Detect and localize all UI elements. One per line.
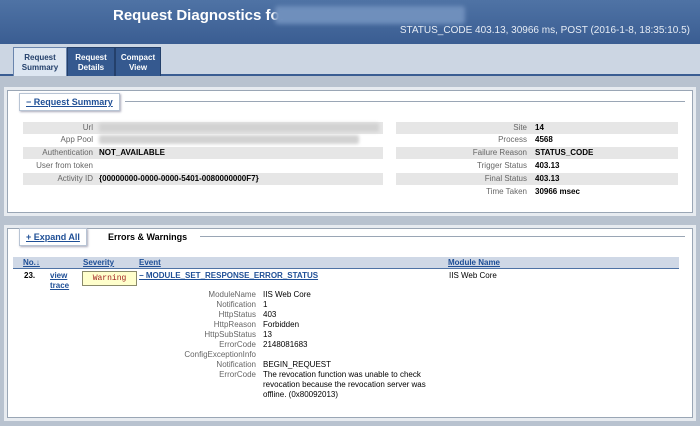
summary-row-failure-reason: Failure Reason STATUS_CODE [396, 147, 678, 159]
summary-row-site: Site 14 [396, 122, 678, 134]
summary-label: Site [513, 123, 527, 132]
detail-label: HttpReason [213, 320, 256, 329]
summary-value: NOT_AVAILABLE [99, 148, 165, 157]
summary-label: User from token [36, 161, 93, 170]
tab-request-summary[interactable]: Request Summary [13, 47, 67, 76]
redacted-value [99, 135, 359, 144]
tab-label-line1: Compact [120, 53, 156, 62]
detail-value: The revocation function was unable to ch… [263, 370, 421, 379]
detail-label: ErrorCode [219, 370, 256, 379]
summary-label: Url [82, 123, 93, 132]
view-trace-line1: view [50, 271, 68, 280]
summary-row-app-pool: App Pool [23, 134, 383, 146]
severity-badge: Warning [82, 271, 137, 286]
summary-row-time-taken: Time Taken 30966 msec [396, 186, 678, 198]
summary-value: {00000000-0000-0000-5401-0080000000F7} [99, 174, 259, 183]
request-status-line: STATUS_CODE 403.13, 30966 ms, POST (2016… [399, 25, 690, 36]
summary-label: App Pool [60, 135, 93, 144]
summary-row-authentication: Authentication NOT_AVAILABLE [23, 147, 383, 159]
expand-all-button[interactable]: + Expand All [19, 228, 87, 246]
summary-row-url: Url [23, 122, 383, 134]
detail-value: 1 [263, 300, 268, 309]
summary-row-process: Process 4568 [396, 134, 678, 146]
redacted-value [99, 123, 379, 132]
summary-value: 403.13 [535, 174, 560, 183]
detail-label: ModuleName [208, 290, 256, 299]
detail-value-continued: revocation because the revocation server… [263, 380, 426, 389]
tab-compact-view[interactable]: Compact View [115, 47, 161, 76]
detail-value: BEGIN_REQUEST [263, 360, 332, 369]
summary-label: Authentication [42, 148, 93, 157]
detail-value: Forbidden [263, 320, 300, 329]
event-toggle-link[interactable]: − MODULE_SET_RESPONSE_ERROR_STATUS [139, 271, 318, 280]
tab-request-details[interactable]: Request Details [67, 47, 115, 76]
tab-label-line2: Details [77, 63, 105, 72]
page-header: Request Diagnostics for STATUS_CODE 403.… [0, 0, 700, 44]
legend-divider [125, 101, 685, 102]
column-header-no[interactable]: No.↓ [23, 258, 40, 267]
summary-row-trigger-status: Trigger Status 403.13 [396, 160, 678, 172]
column-header-module[interactable]: Module Name [448, 258, 500, 267]
summary-label: Failure Reason [472, 148, 527, 157]
page-title: Request Diagnostics for [113, 7, 286, 24]
summary-row-user-token: User from token [23, 160, 383, 172]
detail-label: ConfigExceptionInfo [184, 350, 256, 359]
summary-label: Process [498, 135, 527, 144]
summary-row-activity-id: Activity ID {00000000-0000-0000-5401-008… [23, 173, 383, 185]
column-header-event[interactable]: Event [139, 258, 161, 267]
summary-label: Time Taken [486, 187, 527, 196]
tab-bar: Request Summary Request Details Compact … [0, 44, 700, 76]
tab-label-line1: Request [75, 53, 107, 62]
detail-label: Notification [216, 360, 256, 369]
summary-row-final-status: Final Status 403.13 [396, 173, 678, 185]
detail-label: HttpSubStatus [204, 330, 256, 339]
module-name-cell: IIS Web Core [449, 271, 497, 280]
errors-warnings-title: Errors & Warnings [108, 232, 188, 242]
summary-value: 14 [535, 123, 544, 132]
summary-value: 4568 [535, 135, 553, 144]
summary-label: Trigger Status [477, 161, 527, 170]
detail-label: HttpStatus [218, 310, 256, 319]
column-header-severity[interactable]: Severity [83, 258, 114, 267]
errors-table-header: No.↓ Severity Event Module Name [13, 257, 679, 269]
detail-value: 2148081683 [263, 340, 308, 349]
detail-value: IIS Web Core [263, 290, 311, 299]
view-trace-link[interactable]: view trace [50, 271, 69, 291]
detail-value: 13 [263, 330, 272, 339]
summary-value: 30966 msec [535, 187, 580, 196]
row-number: 23. [24, 271, 36, 280]
detail-label: ErrorCode [219, 340, 256, 349]
view-trace-line2: trace [50, 281, 70, 290]
tab-label-line1: Request [24, 53, 56, 62]
detail-value: 403 [263, 310, 277, 319]
tab-label-line2: Summary [21, 63, 59, 72]
detail-value-continued: offline. (0x80092013) [263, 390, 339, 399]
redacted-url [275, 6, 465, 24]
legend-divider [200, 236, 685, 237]
summary-label: Activity ID [57, 174, 93, 183]
request-summary-toggle[interactable]: − Request Summary [19, 93, 120, 111]
summary-value: STATUS_CODE [535, 148, 594, 157]
summary-value: 403.13 [535, 161, 560, 170]
detail-label: Notification [216, 300, 256, 309]
tab-label-line2: View [128, 63, 148, 72]
summary-label: Final Status [484, 174, 527, 183]
